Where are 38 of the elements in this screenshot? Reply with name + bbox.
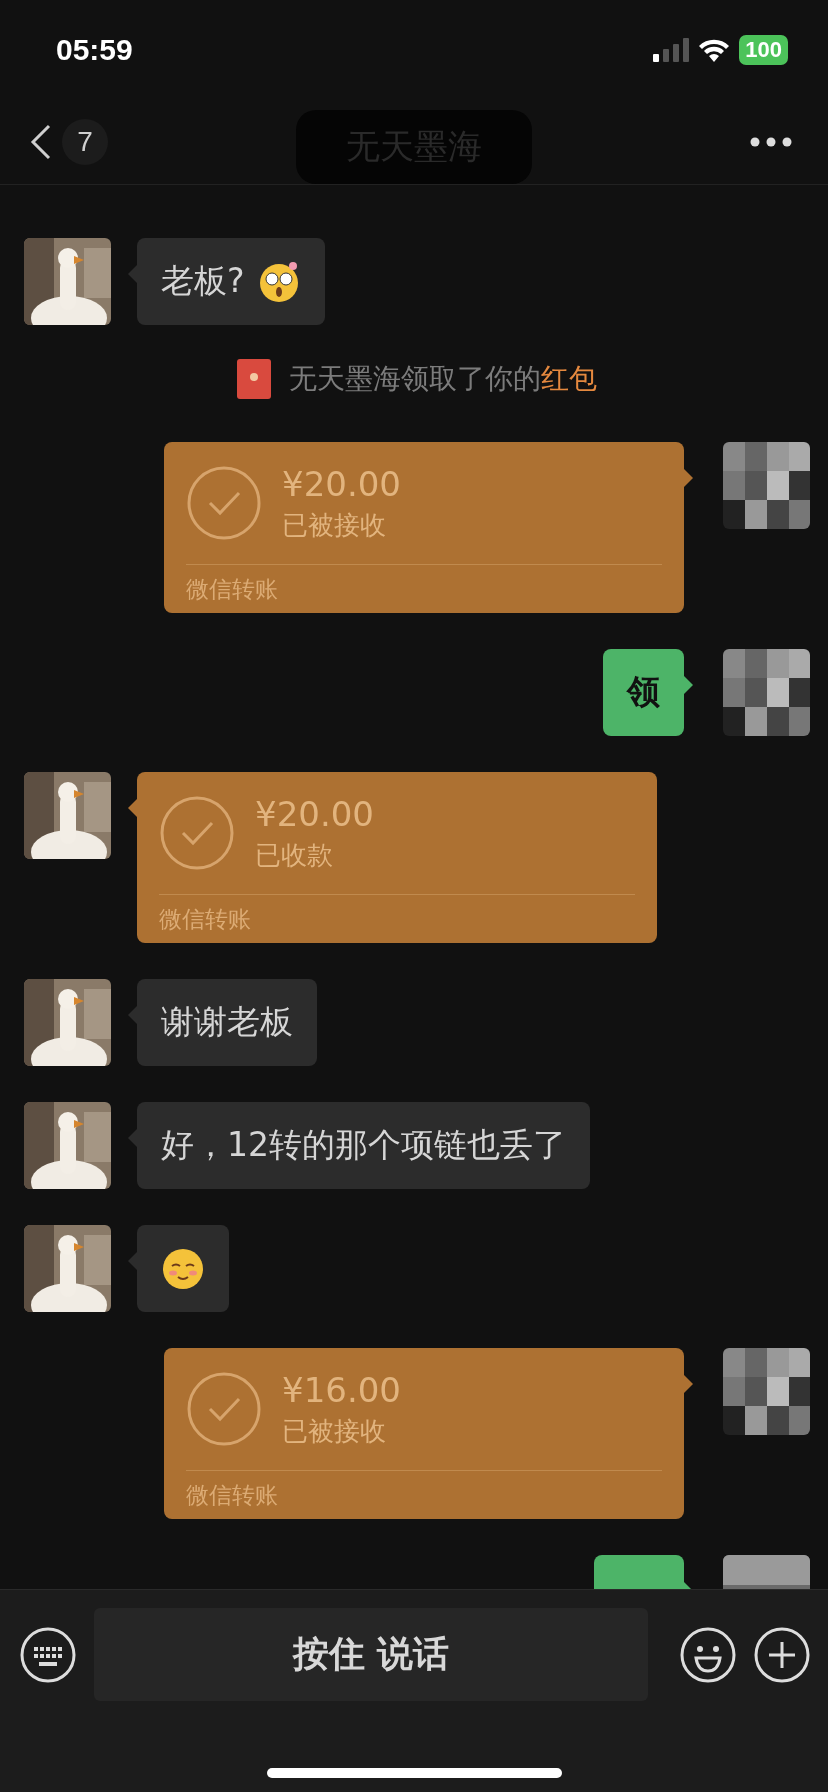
check-circle-icon: [186, 1371, 262, 1447]
envelope-icon: [237, 359, 271, 399]
transfer-label: 微信转账: [186, 1481, 279, 1510]
smiling-face-icon: [161, 1246, 205, 1291]
transfer-status: 已被接收: [282, 508, 387, 542]
bubble-tail: [128, 799, 137, 817]
message-text: 老板?: [161, 260, 245, 302]
wifi-icon: [699, 38, 730, 62]
keyboard-icon: [20, 1626, 76, 1683]
transfer-amount: ¥16.00: [282, 1369, 401, 1410]
smiley-icon: [680, 1626, 736, 1683]
unread-count: 7: [62, 119, 108, 165]
back-chevron-icon: [30, 124, 52, 160]
transfer-label: 微信转账: [159, 905, 252, 934]
hold-to-talk-button[interactable]: 按住 说话: [94, 1608, 648, 1701]
claim-notice: 无天墨海领取了你的红包: [289, 361, 597, 397]
keyboard-button[interactable]: [20, 1626, 76, 1683]
message-text: 好，12转的那个项链也丢了: [161, 1124, 566, 1166]
check-circle-icon: [159, 795, 235, 871]
message-text: 谢谢老板: [161, 1001, 293, 1043]
add-button[interactable]: [754, 1626, 810, 1683]
bubble-tail: [684, 1375, 693, 1393]
transfer-label: 微信转账: [186, 575, 279, 604]
bubble-tail: [684, 469, 693, 487]
check-circle-icon: [186, 465, 262, 541]
transfer-amount: ¥20.00: [255, 793, 374, 834]
plus-icon: [754, 1626, 810, 1683]
status-time: 05:59: [56, 33, 133, 67]
message-text: 领: [627, 671, 660, 713]
battery-level: 100: [739, 35, 788, 65]
transfer-status: 已收款: [255, 838, 334, 872]
transfer-amount: ¥20.00: [282, 463, 401, 504]
more-icon: [750, 137, 792, 147]
gift-packet-link[interactable]: 红包: [541, 362, 597, 395]
emoji-button[interactable]: [680, 1626, 736, 1683]
back-button[interactable]: 7: [30, 119, 108, 165]
transfer-status: 已被接收: [282, 1414, 387, 1448]
signal-icon: [653, 38, 690, 62]
